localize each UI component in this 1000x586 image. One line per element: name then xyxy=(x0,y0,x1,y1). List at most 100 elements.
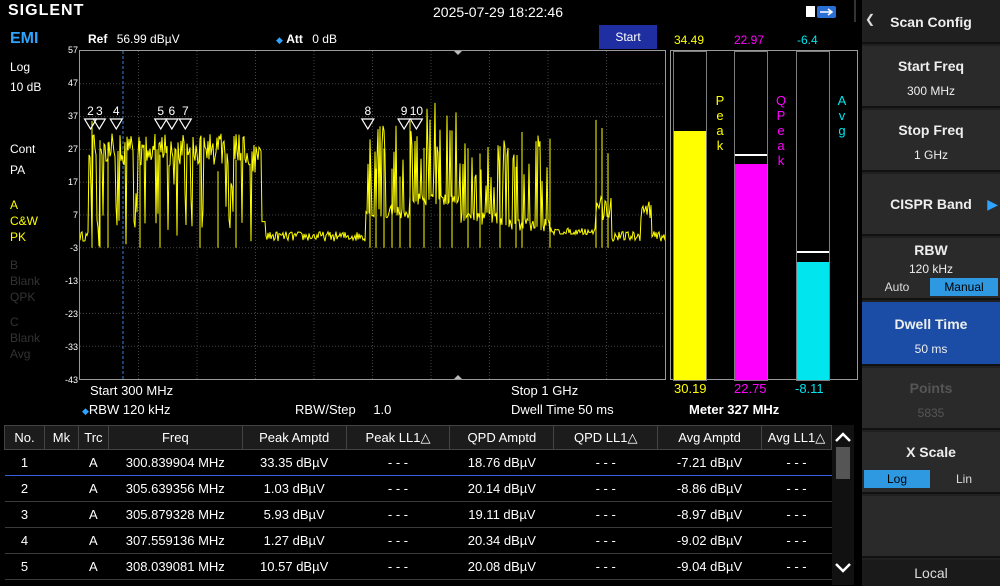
table-scrollbar[interactable] xyxy=(832,425,854,585)
table-row[interactable]: 2 A 305.639356 MHz 1.03 dBµV - - -20.14 dBµV… xyxy=(4,475,832,502)
marker-triangle[interactable] xyxy=(409,118,424,131)
peak-bottom-value: 30.19 xyxy=(674,381,707,396)
trace-c-info[interactable]: C Blank Avg xyxy=(10,314,40,362)
x-scale-softkey[interactable]: X Scale Log Lin xyxy=(862,432,1000,494)
start-frequency[interactable]: Start 300 MHz xyxy=(90,383,173,398)
marker-triangle[interactable] xyxy=(397,118,412,131)
scroll-thumb xyxy=(836,447,850,479)
trace-a-type: C&W xyxy=(10,214,38,228)
points-value: 5835 xyxy=(917,406,945,420)
table-cell: 2 xyxy=(4,475,45,502)
start-button[interactable]: Start xyxy=(599,25,657,49)
y-tick-label: 47 xyxy=(67,78,78,88)
rbw-step-label: RBW/Step xyxy=(295,402,356,417)
trace-a-info[interactable]: A C&W PK xyxy=(10,197,38,245)
scroll-up-icon xyxy=(835,432,851,442)
stop-frequency[interactable]: Stop 1 GHz xyxy=(511,383,578,398)
trace-b-info[interactable]: B Blank QPK xyxy=(10,257,40,305)
menu-title[interactable]: ❮ Scan Config xyxy=(862,0,1000,44)
table-row[interactable]: 1 A 300.839904 MHz 33.35 dBµV - - -18.76 dBµ… xyxy=(4,449,832,476)
table-cell: 10.57 dBµV xyxy=(242,553,347,580)
column-header[interactable]: Peak LL1△ xyxy=(345,425,451,450)
table-cell: - - - xyxy=(553,475,658,502)
trace-a-det: PK xyxy=(10,230,27,244)
rbw-step[interactable]: RBW/Step 1.0 xyxy=(295,402,391,417)
dwell-time-label: Dwell Time xyxy=(894,316,968,332)
table-cell: -8.86 dBµV xyxy=(657,475,762,502)
top-bar xyxy=(0,0,862,24)
table-row[interactable]: 5 A 308.039081 MHz 10.57 dBµV - - -20.08 dBµ… xyxy=(4,553,832,580)
table-cell: 1.27 dBµV xyxy=(242,527,347,554)
empty-softkey xyxy=(862,496,1000,558)
submenu-arrow-icon: ▶ xyxy=(987,196,998,212)
x-scale-log-option[interactable]: Log xyxy=(864,470,930,488)
column-header[interactable]: Avg Amptd xyxy=(657,425,762,450)
local-label: Local xyxy=(914,565,948,581)
table-body: 1 A 300.839904 MHz 33.35 dBµV - - -18.76 dBµ… xyxy=(4,449,832,580)
table-cell: 1.03 dBµV xyxy=(242,475,347,502)
rbw-manual-option[interactable]: Manual xyxy=(930,278,998,296)
table-cell: 1 xyxy=(4,449,45,476)
spectrum-graph[interactable]: 2 3 4 5 6 7 8 9 10 xyxy=(79,50,666,380)
marker-triangle[interactable] xyxy=(164,118,179,131)
avg-meter-fill xyxy=(797,261,829,380)
table-cell: A xyxy=(78,475,109,502)
attenuation[interactable]: ◆ Att 0 dB xyxy=(276,32,337,46)
datetime: 2025-07-29 18:22:46 xyxy=(433,4,563,20)
table-cell xyxy=(44,553,79,580)
column-header[interactable]: Freq xyxy=(107,425,243,450)
meter-frequency: Meter 327 MHz xyxy=(689,402,780,417)
table-cell: 5 xyxy=(4,553,45,580)
table-cell: 308.039081 MHz xyxy=(108,553,243,580)
y-tick-label: 27 xyxy=(67,144,78,154)
dwell-time-info[interactable]: Dwell Time 50 ms xyxy=(511,402,614,417)
column-header[interactable]: No. xyxy=(4,425,45,450)
ref-level[interactable]: Ref 56.99 dBµV xyxy=(88,32,180,46)
att-label: Att xyxy=(286,32,303,46)
stop-freq-softkey[interactable]: Stop Freq 1 GHz xyxy=(862,110,1000,172)
table-cell: - - - xyxy=(553,553,658,580)
dwell-time-softkey[interactable]: Dwell Time 50 ms xyxy=(862,302,1000,366)
marker-label: 4 xyxy=(113,104,120,118)
meter-panel: Peak QPeak Avg xyxy=(670,50,858,381)
cispr-band-label: CISPR Band xyxy=(890,196,972,212)
rbw-softkey[interactable]: RBW 120 kHz Auto Manual xyxy=(862,238,1000,300)
trace-c-letter: C xyxy=(10,315,19,329)
table-row[interactable]: 3 A 305.879328 MHz 5.93 dBµV - - -19.11 dBµV… xyxy=(4,501,832,528)
rbw-info[interactable]: ◆RBW 120 kHz xyxy=(82,402,171,417)
marker-triangle[interactable] xyxy=(178,118,193,131)
marker-triangle[interactable] xyxy=(153,118,168,131)
cispr-band-softkey[interactable]: CISPR Band ▶ xyxy=(862,174,1000,236)
table-cell: 305.639356 MHz xyxy=(108,475,243,502)
separator-icon xyxy=(845,0,861,22)
column-header[interactable]: Avg LL1△ xyxy=(761,425,832,450)
local-button[interactable]: Local xyxy=(862,560,1000,586)
rbw-auto-option[interactable]: Auto xyxy=(864,278,930,296)
column-header[interactable]: Mk xyxy=(43,425,79,450)
y-tick-label: -3 xyxy=(69,243,78,253)
back-chevron-icon: ❮ xyxy=(865,12,876,26)
qpeak-meter xyxy=(734,51,768,381)
table-cell: 4 xyxy=(4,527,45,554)
column-header[interactable]: Trc xyxy=(77,425,109,450)
table-cell: -9.02 dBµV xyxy=(657,527,762,554)
column-header[interactable]: QPD LL1△ xyxy=(553,425,659,450)
table-cell: - - - xyxy=(761,475,832,502)
marker-triangle[interactable] xyxy=(109,118,124,131)
avg-meter xyxy=(796,51,830,381)
start-freq-softkey[interactable]: Start Freq 300 MHz xyxy=(862,46,1000,108)
table-row[interactable]: 4 A 307.559136 MHz 1.27 dBµV - - -20.34 dBµV… xyxy=(4,527,832,554)
att-dot-icon: ◆ xyxy=(276,35,283,45)
x-scale-lin-option[interactable]: Lin xyxy=(930,470,998,488)
menu-title-label: Scan Config xyxy=(890,14,972,30)
y-tick-label: 37 xyxy=(67,111,78,121)
marker-label: 3 xyxy=(96,104,103,118)
table-cell xyxy=(44,449,79,476)
scale-div: 10 dB xyxy=(10,80,42,94)
column-header[interactable]: Peak Amptd xyxy=(241,425,347,450)
column-header[interactable]: QPD Amptd xyxy=(449,425,555,450)
usb-icon xyxy=(806,5,836,19)
y-tick-label: -33 xyxy=(64,342,78,352)
preamp: PA xyxy=(10,163,26,177)
att-value: 0 dB xyxy=(312,32,337,46)
